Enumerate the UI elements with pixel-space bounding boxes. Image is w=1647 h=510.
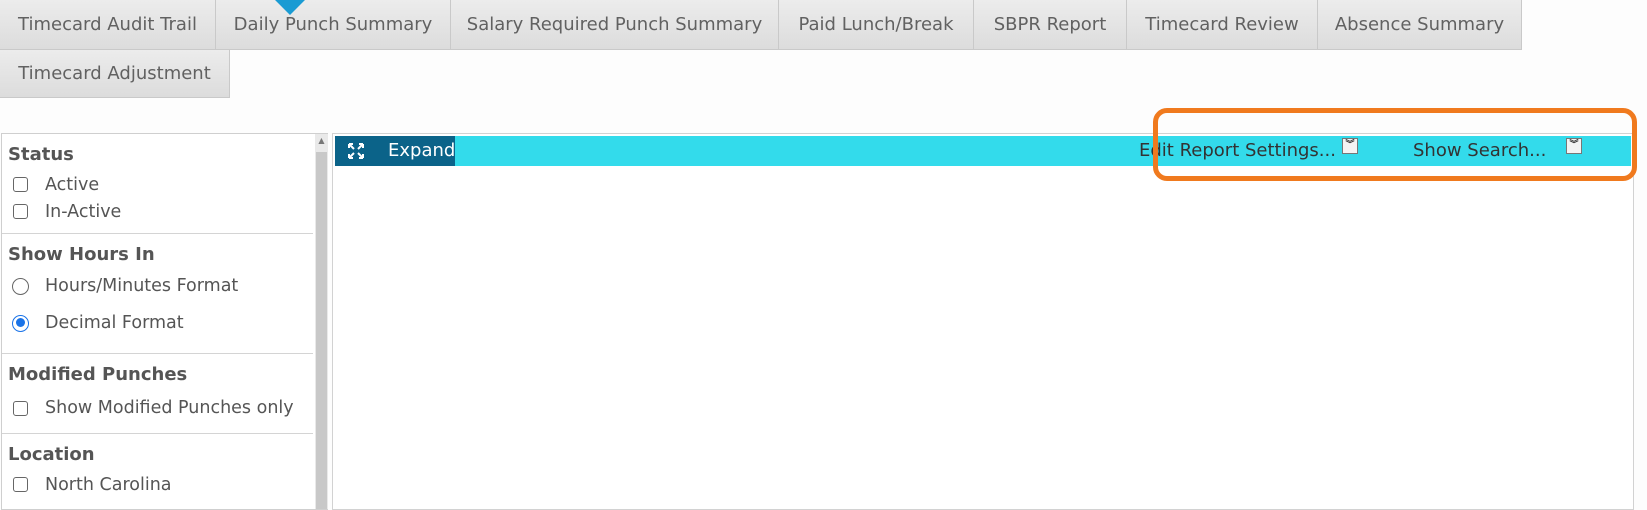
tab-sbpr-report[interactable]: SBPR Report <box>974 0 1127 50</box>
hours-minutes-option[interactable]: Hours/Minutes Format <box>8 271 313 301</box>
hours-minutes-radio[interactable] <box>12 277 29 295</box>
modified-punches-checkbox[interactable] <box>13 400 28 416</box>
show-hours-title: Show Hours In <box>8 244 155 265</box>
status-inactive-option[interactable]: In-Active <box>8 198 313 225</box>
inactive-label: In-Active <box>45 201 122 222</box>
tab-timecard-adjustment[interactable]: Timecard Adjustment <box>0 50 230 98</box>
report-toolbar: Expand Edit Report Settings... ︾ Show Se… <box>335 136 1631 166</box>
show-search-dropdown-icon[interactable]: ︾ <box>1566 138 1582 154</box>
active-label: Active <box>45 174 100 195</box>
show-search-link[interactable]: Show Search... <box>1413 136 1546 166</box>
north-carolina-checkbox[interactable] <box>13 477 28 492</box>
decimal-format-option[interactable]: Decimal Format <box>8 301 313 345</box>
tab-salary-required-punch-summary[interactable]: Salary Required Punch Summary <box>451 0 779 50</box>
location-section: Location North Carolina <box>2 434 313 506</box>
decimal-format-radio[interactable] <box>12 314 29 332</box>
modified-punches-option[interactable]: Show Modified Punches only <box>8 391 313 425</box>
edit-settings-dropdown-icon[interactable]: ︾ <box>1342 138 1358 154</box>
edit-report-settings-link[interactable]: Edit Report Settings... <box>1139 136 1336 166</box>
report-area: Expand Edit Report Settings... ︾ Show Se… <box>332 133 1634 510</box>
show-hours-section: Show Hours In Hours/Minutes Format Decim… <box>2 234 313 354</box>
tab-timecard-review[interactable]: Timecard Review <box>1127 0 1318 50</box>
tab-timecard-audit-trail[interactable]: Timecard Audit Trail <box>0 0 216 50</box>
expand-label: Expand <box>388 140 456 161</box>
scroll-up-arrow-icon[interactable]: ▲ <box>315 134 328 148</box>
status-title: Status <box>8 144 74 165</box>
north-carolina-option[interactable]: North Carolina <box>8 471 313 498</box>
hours-minutes-label: Hours/Minutes Format <box>45 276 239 296</box>
decimal-format-label: Decimal Format <box>45 313 184 333</box>
filter-panel: Status Active In-Active Show Hours In Ho… <box>1 133 328 510</box>
location-title: Location <box>8 444 95 465</box>
tab-daily-punch-summary[interactable]: Daily Punch Summary <box>216 0 451 50</box>
north-carolina-label: North Carolina <box>45 474 172 495</box>
report-page: Timecard Audit Trail Daily Punch Summary… <box>0 0 1647 510</box>
tab-absence-summary[interactable]: Absence Summary <box>1318 0 1522 50</box>
expand-arrows-icon <box>348 143 364 159</box>
status-section: Status Active In-Active <box>2 134 313 234</box>
filter-list: Status Active In-Active Show Hours In Ho… <box>2 134 313 506</box>
active-checkbox[interactable] <box>13 177 28 192</box>
status-active-option[interactable]: Active <box>8 171 313 198</box>
filter-scrollbar[interactable]: ▲ <box>315 134 328 509</box>
scroll-thumb[interactable] <box>316 152 327 509</box>
inactive-checkbox[interactable] <box>13 204 28 219</box>
modified-punches-title: Modified Punches <box>8 364 188 385</box>
tab-paid-lunch-break[interactable]: Paid Lunch/Break <box>779 0 974 50</box>
expand-button[interactable]: Expand <box>335 136 455 166</box>
modified-punches-section: Modified Punches Show Modified Punches o… <box>2 354 313 434</box>
modified-punches-label: Show Modified Punches only <box>45 398 294 418</box>
